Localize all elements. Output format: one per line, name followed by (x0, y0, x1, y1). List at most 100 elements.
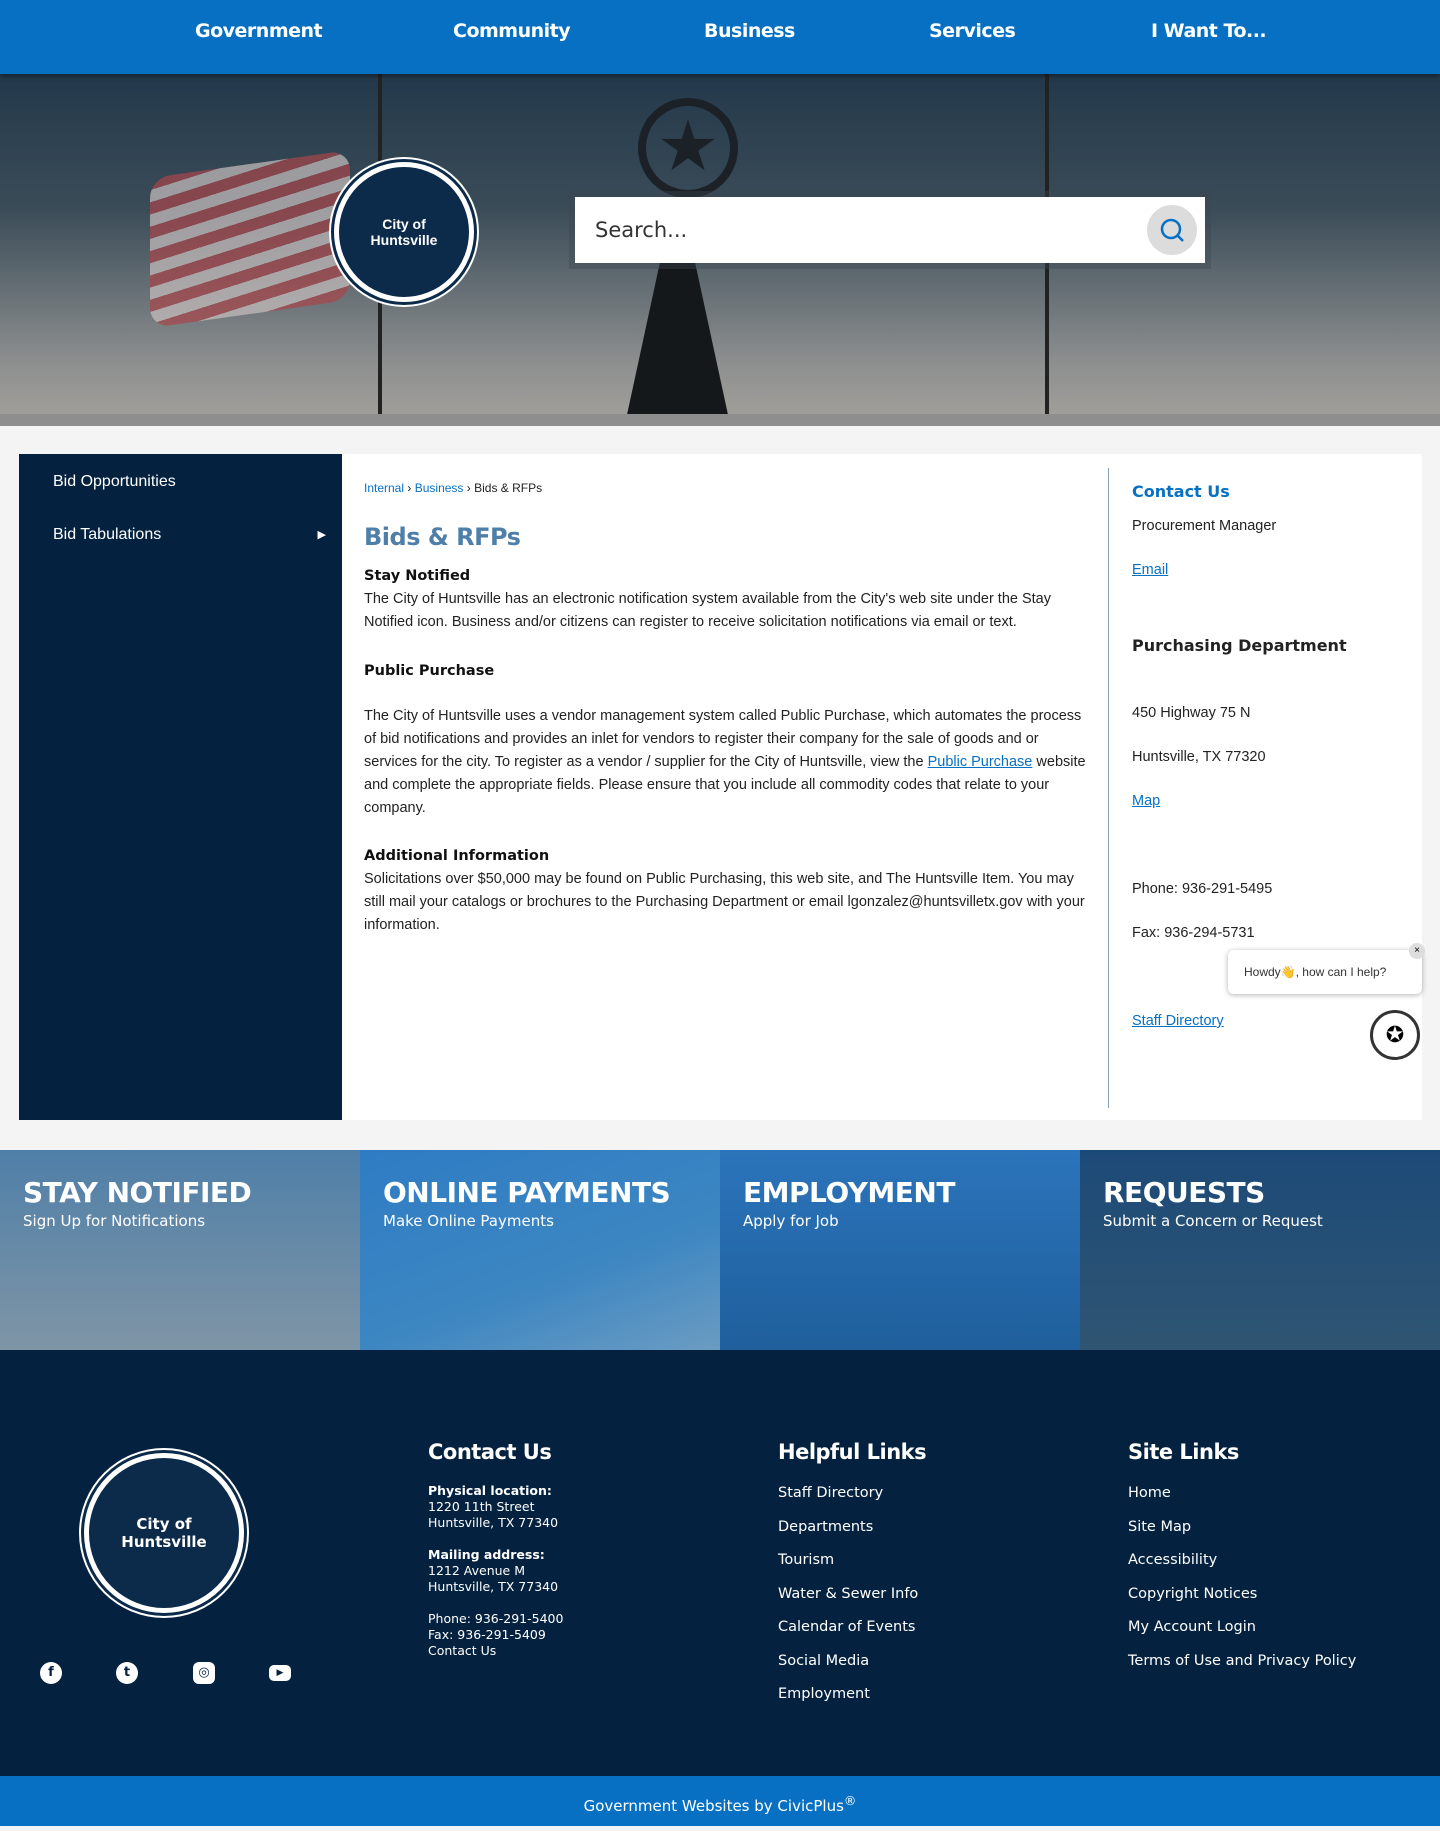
tile-title: REQUESTS (1103, 1176, 1265, 1209)
label: Mailing address: (428, 1547, 545, 1562)
statue-silhouette (625, 254, 730, 414)
phone: Phone: 936-291-5495 (1132, 881, 1273, 897)
tile-subtitle: Sign Up for Notifications (23, 1212, 206, 1230)
expand-arrow-icon[interactable]: ▶ (318, 507, 326, 563)
chat-close-button[interactable]: × (1409, 943, 1425, 959)
civicplus-credit[interactable]: Government Websites by CivicPlus® (0, 1776, 1440, 1826)
address-line-1: 450 Highway 75 N (1132, 705, 1251, 721)
email-link[interactable]: Email (1132, 562, 1168, 578)
chatbot-avatar-icon[interactable]: ✪ (1370, 1010, 1420, 1060)
fax: Fax: 936-294-5731 (1132, 925, 1255, 941)
text: Fax: 936-291-5409 (428, 1627, 546, 1642)
footer-link[interactable]: Copyright Notices (1128, 1586, 1356, 1620)
section-text: The City of Huntsville has an electronic… (364, 591, 1052, 630)
search-bar (575, 197, 1205, 263)
text: 1212 Avenue M (428, 1563, 525, 1578)
sidebar-item-bid-tabulations[interactable]: Bid Tabulations ▶ (19, 507, 342, 560)
footer-contact-title: Contact Us (428, 1440, 552, 1464)
address-line-2: Huntsville, TX 77320 (1132, 749, 1266, 765)
city-logo[interactable]: City of Huntsville (334, 162, 474, 302)
tile-employment[interactable]: EMPLOYMENT Apply for Job (720, 1150, 1080, 1350)
tile-stay-notified[interactable]: STAY NOTIFIED Sign Up for Notifications (0, 1150, 360, 1350)
footer-link[interactable]: Calendar of Events (778, 1619, 918, 1653)
search-input[interactable] (575, 197, 1115, 263)
contact-role: Procurement Manager (1132, 518, 1277, 534)
text: Phone: 936-291-5400 (428, 1611, 564, 1626)
footer-link[interactable]: Terms of Use and Privacy Policy (1128, 1653, 1356, 1687)
site-links: Home Site Map Accessibility Copyright Notic… (1128, 1485, 1356, 1686)
section-heading: Stay Notified (364, 568, 471, 584)
tile-subtitle: Apply for Job (743, 1212, 839, 1230)
footer-link[interactable]: Water & Sewer Info (778, 1586, 918, 1620)
footer-link[interactable]: Employment (778, 1686, 918, 1720)
breadcrumb-separator: › (407, 481, 412, 495)
quick-links: STAY NOTIFIED Sign Up for Notifications O… (0, 1150, 1440, 1350)
breadcrumb-separator: › (466, 481, 471, 495)
footer: City of Huntsville f t ◎ ▶ Contact Us Phy… (0, 1350, 1440, 1776)
tile-requests[interactable]: REQUESTS Submit a Concern or Request (1080, 1150, 1440, 1350)
contact-title: Contact Us (1132, 482, 1230, 501)
breadcrumb-internal[interactable]: Internal (364, 481, 404, 495)
nav-government[interactable]: Government (195, 20, 323, 42)
star-monument: ★ (638, 98, 738, 198)
tile-title: STAY NOTIFIED (23, 1176, 252, 1209)
tile-online-payments[interactable]: ONLINE PAYMENTS Make Online Payments (360, 1150, 720, 1350)
footer-link[interactable]: Staff Directory (778, 1485, 918, 1519)
footer-link[interactable]: Departments (778, 1519, 918, 1553)
main-nav: Government Community Business Services I… (0, 0, 1440, 74)
sidebar-item-label: Bid Tabulations (53, 526, 162, 543)
tile-title: EMPLOYMENT (743, 1176, 955, 1209)
footer-link[interactable]: My Account Login (1128, 1619, 1356, 1653)
sidebar: Bid Opportunities Bid Tabulations ▶ (19, 454, 342, 1120)
breadcrumb-current: Bids & RFPs (474, 481, 543, 495)
text: Huntsville, TX 77340 (428, 1515, 559, 1530)
department-name: Purchasing Department (1132, 636, 1347, 655)
sidebar-item-label: Bid Opportunities (53, 473, 176, 490)
credit-text: Government Websites by CivicPlus (583, 1797, 844, 1815)
helpful-links: Staff Directory Departments Tourism Water &… (778, 1485, 918, 1720)
section-text: The City of Huntsville uses a vendor man… (364, 705, 1094, 820)
sidebar-item-bid-opportunities[interactable]: Bid Opportunities (19, 454, 342, 507)
tile-title: ONLINE PAYMENTS (383, 1176, 671, 1209)
site-links-title: Site Links (1128, 1440, 1239, 1464)
label: Physical location: (428, 1483, 552, 1498)
staff-directory-link[interactable]: Staff Directory (1132, 1013, 1224, 1029)
footer-link[interactable]: Tourism (778, 1552, 918, 1586)
divider-band (0, 414, 1440, 426)
footer-link[interactable]: Social Media (778, 1653, 918, 1687)
footer-link[interactable]: Home (1128, 1485, 1356, 1519)
nav-business[interactable]: Business (704, 20, 795, 42)
footer-link[interactable]: Accessibility (1128, 1552, 1356, 1586)
tile-subtitle: Make Online Payments (383, 1212, 554, 1230)
search-icon (1160, 218, 1184, 242)
main-content: Internal › Business › Bids & RFPs Bids &… (342, 454, 1422, 1120)
twitter-icon[interactable]: t (116, 1662, 138, 1684)
tile-subtitle: Submit a Concern or Request (1103, 1212, 1323, 1230)
breadcrumb-business[interactable]: Business (415, 481, 464, 495)
flag-image (150, 149, 350, 329)
public-purchase-link[interactable]: Public Purchase (928, 754, 1033, 770)
section-heading: Additional Information (364, 848, 550, 864)
search-button[interactable] (1147, 205, 1197, 255)
registered-mark: ® (843, 1793, 857, 1808)
footer-contact-link[interactable]: Contact Us (428, 1643, 496, 1658)
page-title: Bids & RFPs (364, 523, 521, 551)
section-text: Solicitations over $50,000 may be found … (364, 871, 1085, 933)
youtube-icon[interactable]: ▶ (269, 1665, 291, 1681)
map-link[interactable]: Map (1132, 793, 1160, 809)
nav-i-want-to[interactable]: I Want To... (1151, 20, 1267, 42)
text: Huntsville, TX 77340 (428, 1579, 559, 1594)
footer-logo: City of Huntsville (84, 1453, 244, 1613)
facebook-icon[interactable]: f (40, 1662, 62, 1684)
footer-contact: Physical location: 1220 11th Street Huntsv… (428, 1483, 563, 1659)
section-heading: Public Purchase (364, 663, 495, 679)
nav-community[interactable]: Community (453, 20, 571, 42)
chat-bubble[interactable]: Howdy👋, how can I help? (1228, 950, 1422, 994)
footer-link[interactable]: Site Map (1128, 1519, 1356, 1553)
text: 1220 11th Street (428, 1499, 535, 1514)
nav-services[interactable]: Services (929, 20, 1016, 42)
breadcrumb: Internal › Business › Bids & RFPs (364, 477, 1094, 500)
column-divider (1108, 468, 1109, 1108)
helpful-links-title: Helpful Links (778, 1440, 927, 1464)
instagram-icon[interactable]: ◎ (193, 1662, 215, 1684)
